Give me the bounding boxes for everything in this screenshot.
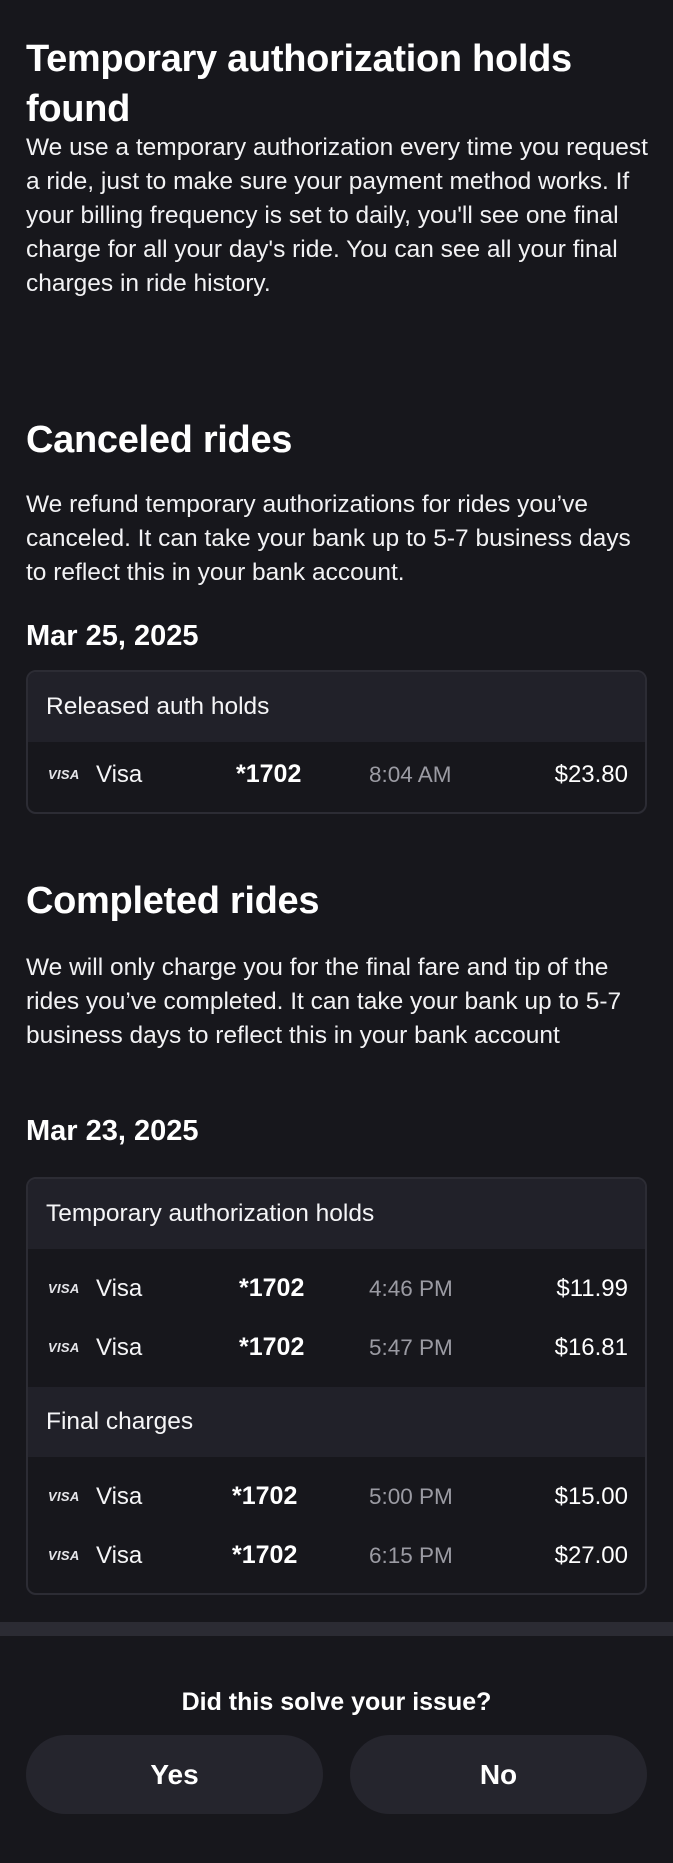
transaction-time: 8:04 AM [369,762,452,787]
transaction-amount: $27.00 [554,1542,628,1569]
transaction-row: VISA Visa *1702 5:47 PM $16.81 [28,1318,645,1377]
visa-logo-icon: VISA [48,1340,80,1355]
intro-description: We use a temporary authorization every t… [26,134,648,297]
page-title: Temporary authorization holds found [26,38,572,130]
visa-logo-icon: VISA [48,1281,80,1296]
transaction-amount: $16.81 [554,1334,628,1361]
card-brand: Visa [96,1334,143,1361]
transaction-amount: $23.80 [554,761,628,788]
card-brand: Visa [96,1483,143,1510]
transaction-amount: $11.99 [556,1275,628,1302]
completed-holds-card: Temporary authorization holds VISA Visa … [26,1177,647,1595]
completed-rides-date: Mar 23, 2025 [26,1115,199,1147]
completed-rides-heading: Completed rides [26,880,320,922]
no-button[interactable]: No [350,1735,647,1814]
card-last4: *1702 [239,1333,305,1361]
card-brand: Visa [96,1275,143,1302]
transaction-row: VISA Visa *1702 4:46 PM $11.99 [28,1259,645,1318]
card-section-header: Released auth holds [28,672,645,742]
canceled-rides-description: We refund temporary authorizations for r… [26,491,631,586]
card-section-header: Temporary authorization holds [28,1179,645,1249]
visa-logo-icon: VISA [48,767,80,782]
yes-button[interactable]: Yes [26,1735,323,1814]
feedback-question: Did this solve your issue? [181,1688,492,1716]
transaction-time: 6:15 PM [369,1543,453,1568]
transaction-time: 4:46 PM [369,1276,453,1301]
visa-logo-icon: VISA [48,1548,80,1563]
card-section-header: Final charges [28,1387,645,1457]
feedback-footer: Did this solve your issue? Yes No [0,1636,673,1863]
completed-rides-description: We will only charge you for the final fa… [26,954,622,1049]
section-divider [0,1622,673,1636]
transaction-row: VISA Visa *1702 8:04 AM $23.80 [28,745,645,804]
card-last4: *1702 [236,760,302,788]
card-brand: Visa [96,1542,143,1569]
released-holds-card: Released auth holds VISA Visa *1702 8:04… [26,670,647,814]
transaction-row: VISA Visa *1702 5:00 PM $15.00 [28,1467,645,1526]
transaction-time: 5:47 PM [369,1335,453,1360]
card-last4: *1702 [239,1274,305,1302]
transaction-amount: $15.00 [554,1483,628,1510]
visa-logo-icon: VISA [48,1489,80,1504]
transaction-time: 5:00 PM [369,1484,453,1509]
card-brand: Visa [96,761,143,788]
canceled-rides-date: Mar 25, 2025 [26,620,199,652]
transaction-row: VISA Visa *1702 6:15 PM $27.00 [28,1526,645,1585]
canceled-rides-heading: Canceled rides [26,419,293,461]
card-last4: *1702 [232,1541,298,1569]
card-last4: *1702 [232,1482,298,1510]
